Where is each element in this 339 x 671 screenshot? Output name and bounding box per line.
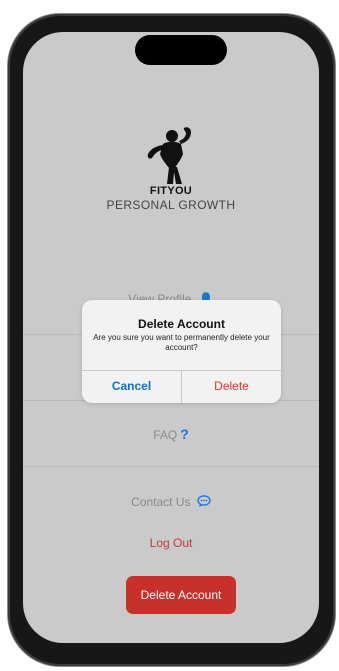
question-mark-icon: ? [180, 426, 189, 442]
brand-name: FITYOU [149, 185, 193, 197]
alert-title: Delete Account [138, 317, 225, 331]
delete-account-button[interactable]: Delete Account [126, 576, 236, 614]
contact-us-label: Contact Us [131, 495, 191, 509]
dynamic-island [135, 35, 227, 65]
faq-item[interactable]: FAQ? [23, 426, 319, 442]
alert-delete-button[interactable]: Delete [182, 370, 281, 403]
app-logo: FITYOU PERSONAL GROWTH [23, 120, 319, 212]
alert-cancel-button[interactable]: Cancel [82, 370, 181, 403]
log-out-button[interactable]: Log Out [23, 536, 319, 550]
chat-bubble-icon [197, 495, 211, 507]
faq-label: FAQ [153, 428, 178, 442]
menu-divider [23, 466, 319, 467]
bodybuilder-logo-icon [147, 127, 191, 184]
brand-tagline: PERSONAL GROWTH [106, 198, 236, 212]
alert-message: Are you sure you want to permanently del… [93, 333, 270, 352]
contact-us-item[interactable]: Contact Us [23, 495, 319, 509]
delete-account-alert: Delete Account Are you sure you want to … [82, 300, 281, 403]
